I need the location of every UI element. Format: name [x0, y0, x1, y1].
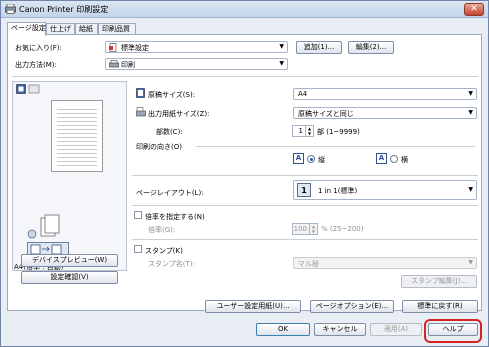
- separator: [132, 205, 478, 206]
- scale-stepper[interactable]: 100 ▲ ▼: [292, 223, 318, 235]
- separator: [132, 175, 478, 176]
- page-layout-select[interactable]: 1 1 in 1(標準) ▼: [293, 180, 477, 200]
- page-setup-panel: お気に入り(F): 標準設定 ▼ 追加(1)... 編集(2)... 出力方法(…: [7, 34, 482, 313]
- scale-value: 100: [293, 225, 307, 233]
- chevron-down-icon: ▼: [468, 90, 473, 97]
- close-button[interactable]: ✕: [464, 3, 484, 16]
- stamp-name-select[interactable]: マル秘 ▼: [293, 257, 477, 269]
- orientation-label: 印刷の向き(O): [136, 143, 182, 151]
- add-favorite-button[interactable]: 追加(1)...: [296, 41, 342, 54]
- scale-label: 倍率(G):: [148, 226, 176, 234]
- portrait-icon: A: [293, 153, 304, 164]
- output-paper-icon: [136, 107, 146, 117]
- stamp-edit-button[interactable]: スタンプ編集(J)...: [401, 275, 477, 288]
- stamp-checkbox-label: スタンプ(K): [145, 247, 183, 255]
- original-size-select[interactable]: A4 ▼: [293, 88, 477, 100]
- ok-button[interactable]: OK: [256, 323, 310, 336]
- stamp-name-label: スタンプ名(T):: [148, 260, 195, 268]
- stamp-checkbox[interactable]: [134, 245, 142, 253]
- copies-unit: 部 (1~9999): [317, 128, 360, 136]
- page-thumbnail: [51, 100, 103, 172]
- edit-favorite-button[interactable]: 編集(2)...: [348, 41, 394, 54]
- page-text-lines: [57, 106, 97, 166]
- title-bar[interactable]: Canon Printer 印刷設定 ✕: [1, 1, 488, 18]
- chevron-down-icon: ▼: [468, 109, 473, 116]
- help-highlight-ring: [424, 319, 482, 343]
- cancel-button[interactable]: キャンセル: [314, 323, 366, 336]
- output-method-label: 出力方法(M):: [15, 61, 57, 69]
- orientation-portrait-radio[interactable]: [307, 155, 315, 163]
- restore-defaults-button[interactable]: 標準に戻す(R): [402, 300, 478, 313]
- scaling-checkbox[interactable]: [134, 211, 142, 219]
- favorites-select[interactable]: 標準設定 ▼: [105, 41, 288, 53]
- favorites-label: お気に入り(F):: [15, 44, 62, 52]
- preview-mode-icons[interactable]: [16, 84, 42, 94]
- page-layout-icon: 1: [297, 183, 311, 197]
- copies-label: 部数(C):: [156, 128, 183, 136]
- original-size-value: A4: [298, 90, 308, 98]
- output-paper-size-value: 原稿サイズと同じ: [298, 110, 354, 118]
- tab-page-setup[interactable]: ページ設定: [7, 22, 46, 36]
- copies-stepper[interactable]: 1 ▲ ▼: [292, 125, 314, 137]
- page-layout-label: ページレイアウト(L):: [136, 189, 204, 197]
- output-method-select[interactable]: 印刷 ▼: [105, 58, 288, 70]
- orientation-group-line: [196, 146, 475, 147]
- chevron-down-icon: ▼: [468, 186, 473, 193]
- stamp-name-value: マル秘: [298, 260, 319, 268]
- chevron-down-icon: ▼: [468, 259, 473, 266]
- spin-arrows-icon[interactable]: ▲ ▼: [309, 224, 317, 234]
- landscape-icon: A: [376, 153, 387, 164]
- orientation-landscape-radio[interactable]: [390, 155, 398, 163]
- scaling-checkbox-label: 倍率を指定する(N): [145, 213, 205, 221]
- apply-button[interactable]: 適用(A): [370, 323, 422, 336]
- portrait-label: 縦: [318, 156, 325, 164]
- preview-area: A4(倍率 : 自動): [12, 81, 127, 271]
- chevron-down-icon: ▼: [279, 43, 284, 50]
- printer-small-icon: [109, 60, 119, 68]
- original-size-label: 原稿サイズ(S):: [148, 91, 196, 99]
- scale-unit: % (25~200): [321, 225, 364, 233]
- printer-icon: [5, 4, 16, 14]
- original-size-icon: [136, 88, 145, 98]
- page-options-button[interactable]: ページオプション(E)...: [310, 300, 394, 313]
- print-settings-window: Canon Printer 印刷設定 ✕ ページ設定 仕上げ 給紙 印刷品質 お…: [0, 0, 489, 347]
- landscape-label: 横: [401, 156, 408, 164]
- output-method-value: 印刷: [121, 61, 135, 69]
- device-preview-button[interactable]: デバイスプレビュー(W): [21, 254, 118, 267]
- window-title: Canon Printer 印刷設定: [19, 5, 109, 14]
- close-icon: ✕: [470, 4, 478, 14]
- spin-arrows-icon[interactable]: ▲ ▼: [305, 126, 313, 136]
- settings-confirm-button[interactable]: 設定確認(V): [21, 271, 118, 284]
- chevron-down-icon: ▼: [279, 60, 284, 67]
- separator: [132, 239, 478, 240]
- copies-value: 1: [298, 127, 303, 135]
- output-paper-size-select[interactable]: 原稿サイズと同じ ▼: [293, 107, 477, 119]
- page-layout-value: 1 in 1(標準): [318, 187, 358, 195]
- finishing-preview-icon: [27, 214, 60, 239]
- separator: [12, 76, 478, 77]
- favorites-value: 標準設定: [121, 44, 149, 52]
- favorite-document-icon: [109, 43, 117, 52]
- output-paper-size-label: 出力用紙サイズ(Z):: [148, 110, 210, 118]
- user-paper-button[interactable]: ユーザー設定用紙(U)...: [205, 300, 301, 313]
